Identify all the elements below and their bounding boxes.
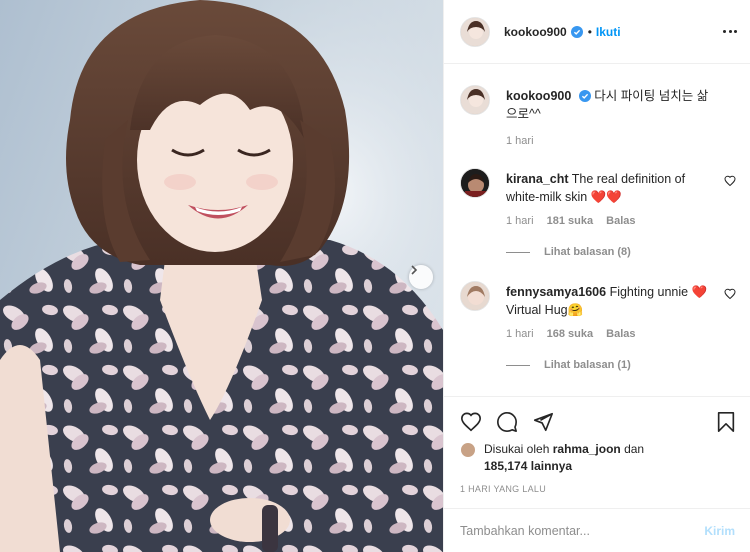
header-separator: •	[587, 24, 592, 39]
liker-username[interactable]: rahma_joon	[553, 442, 621, 456]
avatar-image	[461, 282, 489, 310]
post-timestamp[interactable]: 1 HARI YANG LALU	[460, 484, 546, 494]
comment-time: 1 hari	[506, 328, 534, 340]
author-avatar[interactable]	[460, 85, 490, 115]
comment-likes[interactable]: 181 suka	[547, 215, 593, 227]
share-icon[interactable]	[532, 411, 554, 433]
comment-meta: 1 hari 181 suka Balas	[506, 215, 646, 227]
view-replies-button[interactable]: Lihat balasan (8)	[506, 246, 631, 258]
caption-meta: 1 hari	[506, 135, 544, 147]
post-actions: Disukai oleh rahma_joon dan 185,174 lain…	[444, 396, 750, 526]
photo-illustration	[0, 0, 443, 552]
comment-input[interactable]	[460, 523, 705, 538]
heart-outline-icon[interactable]	[724, 288, 736, 300]
caption-item: kookoo900 다시 파이팅 넘치는 삶으로^^ 1 hari	[460, 85, 740, 155]
follow-button[interactable]: Ikuti	[596, 25, 621, 39]
avatar-image	[461, 17, 489, 46]
reply-button[interactable]: Balas	[606, 328, 635, 340]
author-avatar[interactable]	[460, 16, 490, 47]
comment-item: fennysamya1606 Fighting unnie ❤️ Virtual…	[460, 281, 740, 381]
likes-prefix: Disukai oleh	[484, 442, 550, 456]
next-photo-button[interactable]	[409, 265, 433, 289]
view-replies-button[interactable]: Lihat balasan (1)	[506, 359, 631, 371]
liker-avatar[interactable]	[460, 442, 476, 458]
comment-text: fennysamya1606 Fighting unnie ❤️ Virtual…	[506, 283, 716, 319]
avatar-image	[461, 86, 489, 114]
likes-suffix[interactable]: lainnya	[531, 459, 572, 473]
commenter-avatar[interactable]	[460, 168, 490, 198]
comment-item: kirana_cht The real definition of white-…	[460, 168, 740, 268]
comments-list[interactable]: kookoo900 다시 파이팅 넘치는 삶으로^^ 1 hari kirana…	[444, 65, 750, 395]
verified-badge-icon	[578, 90, 591, 102]
caption-username[interactable]: kookoo900	[506, 89, 571, 103]
view-replies-label: Lihat balasan (8)	[544, 246, 631, 258]
author-username[interactable]: kookoo900	[504, 25, 567, 39]
comment-username[interactable]: kirana_cht	[506, 172, 569, 186]
post-sidebar: kookoo900 • Ikuti kookoo900 다시 파이팅 넘치는 삶…	[443, 0, 750, 552]
replies-divider	[506, 251, 530, 253]
view-replies-label: Lihat balasan (1)	[544, 359, 631, 371]
chevron-right-icon	[411, 265, 418, 275]
comment-text: kirana_cht The real definition of white-…	[506, 170, 716, 206]
likes-summary: Disukai oleh rahma_joon dan 185,174 lain…	[460, 441, 684, 475]
likes-joiner: dan	[624, 442, 645, 456]
commenter-avatar[interactable]	[460, 281, 490, 311]
verified-badge-icon	[570, 25, 583, 38]
caption-time: 1 hari	[506, 135, 534, 147]
avatar-image	[461, 169, 489, 197]
post-header: kookoo900 • Ikuti	[444, 0, 750, 64]
send-button[interactable]: Kirim	[704, 524, 735, 538]
more-options-icon[interactable]	[723, 24, 737, 38]
heart-outline-icon[interactable]	[724, 175, 736, 187]
likes-count[interactable]: 185,174	[484, 459, 527, 473]
instagram-post: kookoo900 • Ikuti kookoo900 다시 파이팅 넘치는 삶…	[0, 0, 750, 552]
reply-button[interactable]: Balas	[606, 215, 635, 227]
caption-text: kookoo900 다시 파이팅 넘치는 삶으로^^	[506, 87, 716, 123]
comment-likes[interactable]: 168 suka	[547, 328, 593, 340]
comment-icon[interactable]	[496, 411, 518, 433]
heart-outline-icon[interactable]	[460, 411, 482, 433]
comment-username[interactable]: fennysamya1606	[506, 285, 606, 299]
add-comment-bar: Kirim	[444, 508, 750, 552]
bookmark-icon[interactable]	[716, 411, 736, 433]
replies-divider	[506, 364, 530, 366]
comment-time: 1 hari	[506, 215, 534, 227]
post-photo[interactable]	[0, 0, 443, 552]
likes-text: Disukai oleh rahma_joon dan 185,174 lain…	[484, 441, 684, 475]
comment-meta: 1 hari 168 suka Balas	[506, 328, 646, 340]
